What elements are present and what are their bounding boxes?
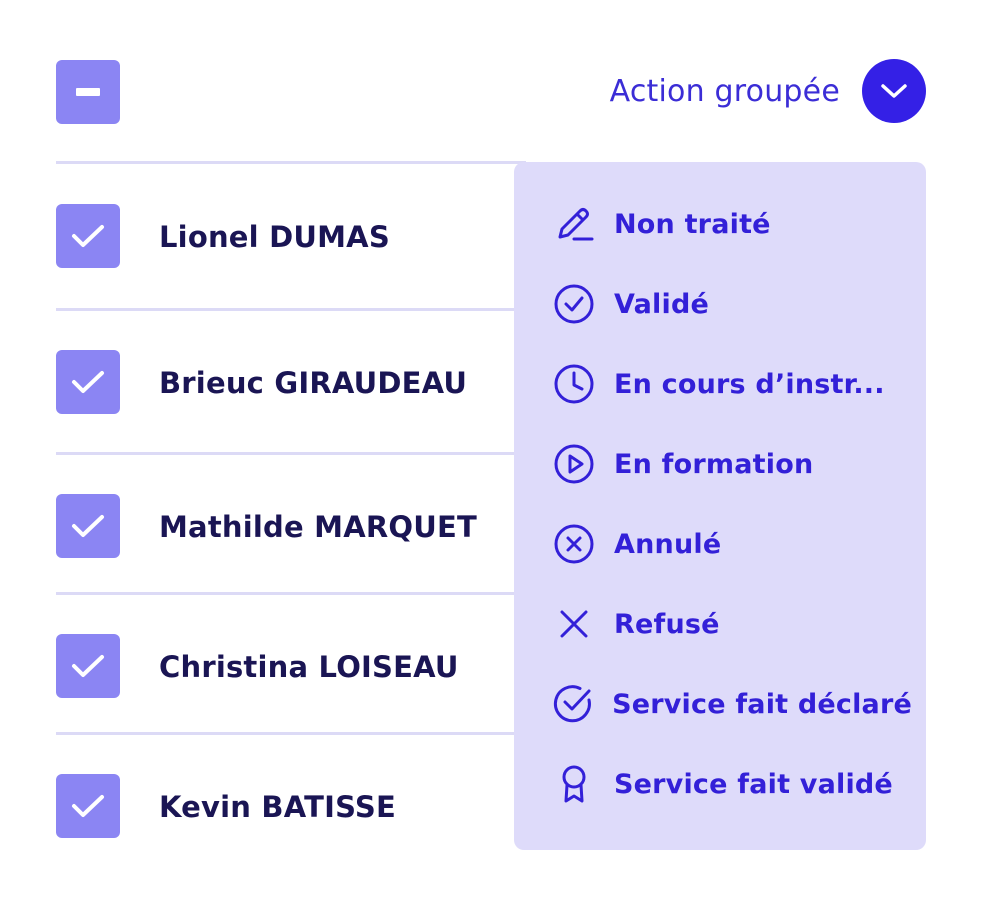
row-name: Mathilde MARQUET [159, 510, 477, 544]
menu-item-label: Service fait validé [614, 768, 893, 800]
row-divider [56, 452, 526, 455]
x-circle-icon [552, 522, 596, 566]
menu-item-label: Service fait déclaré [612, 688, 912, 720]
bulk-action-menu: Non traité Validé En cours d’instr... En [514, 162, 926, 850]
row-checkbox[interactable] [56, 350, 120, 414]
bulk-action-label: Action groupée [609, 73, 840, 109]
x-icon [552, 602, 596, 646]
row-checkbox[interactable] [56, 634, 120, 698]
menu-item-non-traite[interactable]: Non traité [552, 199, 912, 249]
check-circle-icon [552, 282, 596, 326]
menu-item-label: En formation [614, 448, 814, 480]
checkmark-icon [72, 515, 104, 537]
select-all-checkbox[interactable] [56, 60, 120, 124]
menu-item-label: Annulé [614, 528, 722, 560]
menu-item-label: Validé [614, 288, 709, 320]
row-name: Brieuc GIRAUDEAU [159, 366, 468, 400]
menu-item-refuse[interactable]: Refusé [552, 599, 912, 649]
row-divider [56, 732, 526, 735]
menu-item-label: Non traité [614, 208, 771, 240]
row-name: Christina LOISEAU [159, 650, 459, 684]
menu-item-en-formation[interactable]: En formation [552, 439, 912, 489]
row-checkbox[interactable] [56, 204, 120, 268]
checkmark-icon [72, 225, 104, 247]
checkmark-icon [72, 795, 104, 817]
clock-icon [552, 362, 596, 406]
menu-item-en-cours[interactable]: En cours d’instr... [552, 359, 912, 409]
menu-item-service-fait-declare[interactable]: Service fait déclaré [552, 679, 912, 729]
bulk-action-dropdown[interactable]: Action groupée [610, 59, 926, 123]
row-divider [56, 592, 526, 595]
row-checkbox[interactable] [56, 774, 120, 838]
menu-item-annule[interactable]: Annulé [552, 519, 912, 569]
row-divider [56, 308, 526, 311]
menu-item-valide[interactable]: Validé [552, 279, 912, 329]
play-circle-icon [552, 442, 596, 486]
menu-item-label: Refusé [614, 608, 720, 640]
menu-item-label: En cours d’instr... [614, 368, 885, 400]
minus-icon [76, 88, 100, 96]
award-icon [552, 762, 596, 806]
checkmark-icon [72, 371, 104, 393]
checkmark-icon [72, 655, 104, 677]
pencil-icon [552, 202, 596, 246]
row-checkbox[interactable] [56, 494, 120, 558]
row-divider [56, 161, 526, 164]
row-name: Lionel DUMAS [159, 220, 390, 254]
row-name: Kevin BATISSE [159, 790, 396, 824]
chevron-down-icon [881, 84, 907, 98]
menu-item-service-fait-valide[interactable]: Service fait validé [552, 759, 912, 809]
bulk-action-toggle-button[interactable] [862, 59, 926, 123]
check-circle-open-icon [552, 682, 594, 726]
